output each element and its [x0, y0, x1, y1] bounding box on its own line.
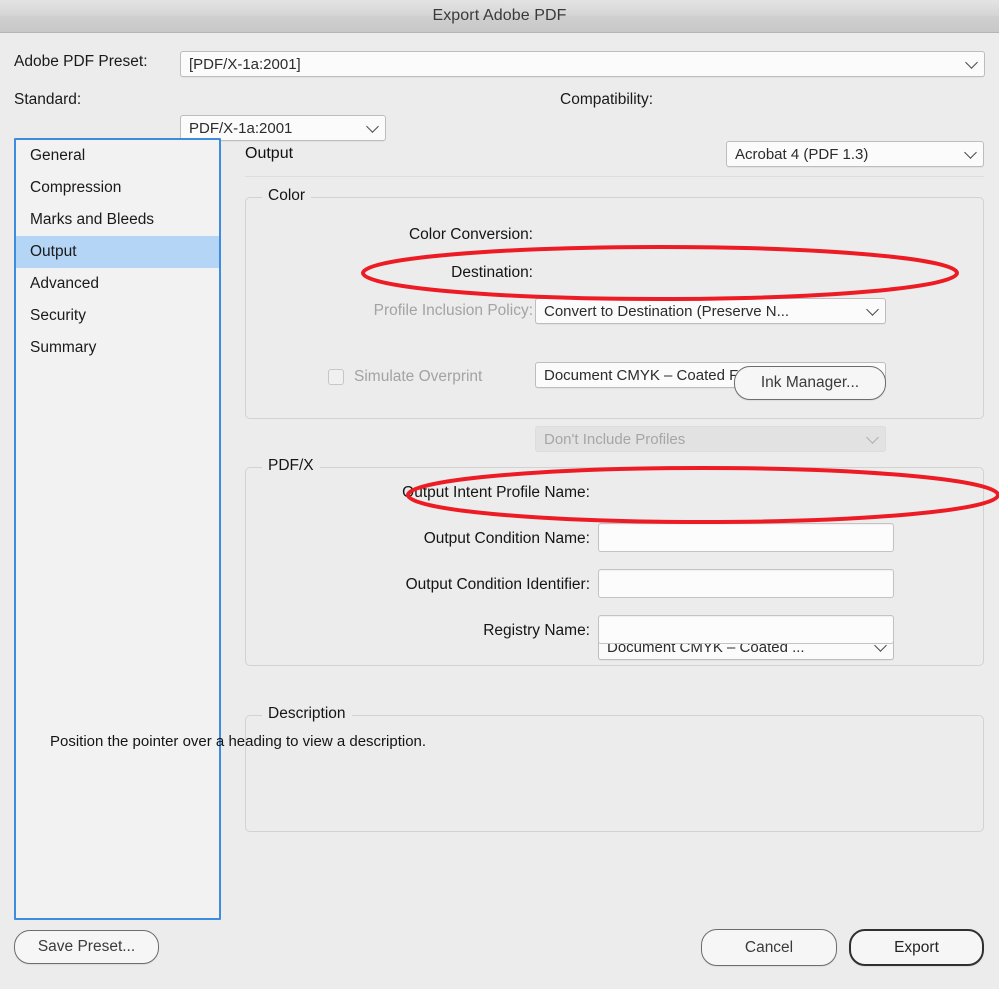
chevron-down-icon	[866, 303, 879, 316]
window-title: Export Adobe PDF	[432, 7, 567, 24]
sidebar-item-general[interactable]: General	[16, 140, 219, 172]
sidebar-item-label: Summary	[30, 339, 97, 356]
export-button[interactable]: Export	[849, 929, 984, 966]
chevron-down-icon	[964, 146, 977, 159]
cancel-button-label: Cancel	[744, 938, 794, 956]
export-button-label: Export	[894, 938, 939, 956]
output-condition-identifier-input[interactable]	[598, 569, 894, 598]
sidebar-item-label: Advanced	[30, 275, 99, 292]
description-text: Position the pointer over a heading to v…	[50, 733, 427, 750]
output-condition-name-label: Output Condition Name:	[423, 530, 590, 547]
color-conversion-dropdown[interactable]: Convert to Destination (Preserve N...	[535, 298, 886, 324]
destination-label: Destination:	[451, 264, 533, 281]
pane-divider	[245, 176, 984, 177]
sidebar-item-label: Security	[30, 307, 86, 324]
registry-name-label: Registry Name:	[483, 622, 590, 639]
sidebar-item-label: General	[30, 147, 86, 164]
adobe-pdf-preset-label: Adobe PDF Preset:	[14, 53, 148, 70]
ink-manager-button[interactable]: Ink Manager...	[734, 366, 886, 400]
sidebar-item-advanced[interactable]: Advanced	[16, 268, 219, 300]
sidebar-item-marks-and-bleeds[interactable]: Marks and Bleeds	[16, 204, 219, 236]
page-title: Output	[245, 145, 294, 162]
standard-value: PDF/X-1a:2001	[189, 119, 293, 137]
profile-inclusion-policy-label: Profile Inclusion Policy:	[373, 302, 533, 319]
sidebar-item-compression[interactable]: Compression	[16, 172, 219, 204]
profile-inclusion-policy-dropdown: Don't Include Profiles	[535, 426, 886, 452]
compatibility-value: Acrobat 4 (PDF 1.3)	[735, 145, 869, 163]
chevron-down-icon	[965, 56, 978, 69]
color-conversion-value: Convert to Destination (Preserve N...	[544, 302, 790, 320]
standard-label: Standard:	[14, 91, 82, 108]
pdfx-group-legend: PDF/X	[262, 457, 320, 475]
sidebar-item-security[interactable]: Security	[16, 300, 219, 332]
sidebar-item-summary[interactable]: Summary	[16, 332, 219, 364]
color-conversion-label: Color Conversion:	[408, 226, 533, 243]
sidebar-item-output[interactable]: Output	[16, 236, 219, 268]
sidebar-item-label: Marks and Bleeds	[30, 211, 155, 228]
ink-manager-button-label: Ink Manager...	[760, 374, 860, 391]
registry-name-input[interactable]	[598, 615, 894, 644]
chevron-down-icon	[866, 431, 879, 444]
export-adobe-pdf-dialog: Export Adobe PDF Adobe PDF Preset: [PDF/…	[0, 0, 999, 989]
description-group-legend: Description	[262, 705, 352, 723]
profile-inclusion-policy-value: Don't Include Profiles	[544, 430, 686, 448]
compatibility-label: Compatibility:	[560, 91, 654, 108]
save-preset-button-label: Save Preset...	[37, 938, 136, 955]
save-preset-button[interactable]: Save Preset...	[14, 930, 159, 964]
output-condition-name-input[interactable]	[598, 523, 894, 552]
settings-category-list[interactable]: General Compression Marks and Bleeds Out…	[14, 138, 221, 920]
simulate-overprint-row: Simulate Overprint	[328, 368, 482, 386]
sidebar-item-label: Compression	[30, 179, 122, 196]
adobe-pdf-preset-value: [PDF/X-1a:2001]	[189, 55, 301, 73]
compatibility-dropdown[interactable]: Acrobat 4 (PDF 1.3)	[726, 141, 984, 167]
cancel-button[interactable]: Cancel	[701, 929, 837, 966]
adobe-pdf-preset-dropdown[interactable]: [PDF/X-1a:2001]	[180, 51, 985, 77]
color-group-legend: Color	[262, 187, 312, 205]
simulate-overprint-checkbox	[328, 369, 344, 385]
chevron-down-icon	[366, 120, 379, 133]
output-condition-identifier-label: Output Condition Identifier:	[405, 576, 590, 593]
simulate-overprint-label: Simulate Overprint	[354, 368, 483, 385]
title-bar: Export Adobe PDF	[0, 0, 999, 33]
sidebar-item-label: Output	[30, 243, 77, 260]
output-intent-profile-name-label: Output Intent Profile Name:	[402, 484, 590, 501]
